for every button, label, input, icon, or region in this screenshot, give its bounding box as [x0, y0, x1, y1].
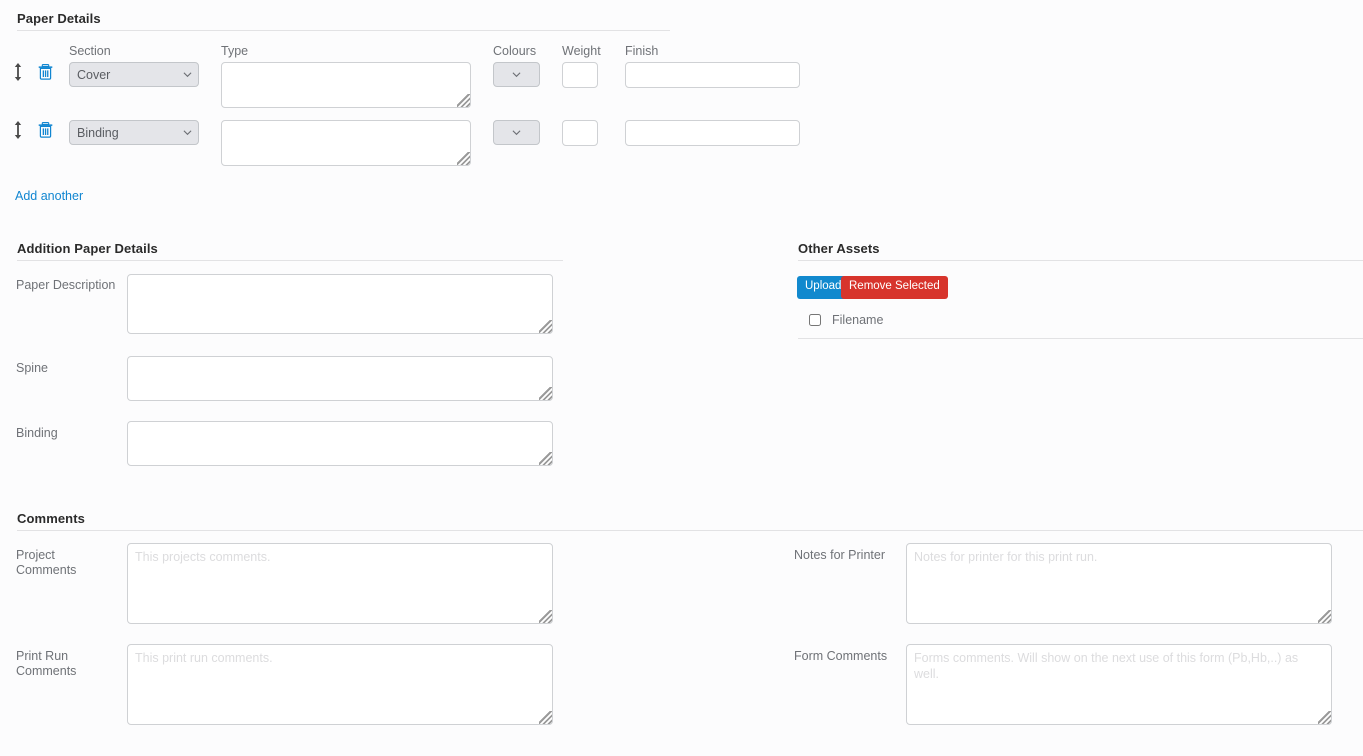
- paper-details-heading: Paper Details: [17, 11, 101, 26]
- colours-select-row-1[interactable]: 12344/44/0: [493, 62, 540, 87]
- colours-select-row-2[interactable]: 12344/44/0: [493, 120, 540, 145]
- section-select-row-1[interactable]: CoverBindingTextInsertEndpaper: [69, 62, 199, 87]
- paper-description-label: Paper Description: [16, 278, 116, 292]
- binding-label: Binding: [16, 426, 58, 440]
- trash-icon[interactable]: [38, 64, 53, 80]
- add-another-link[interactable]: Add another: [15, 189, 83, 203]
- column-header-finish: Finish: [625, 44, 659, 58]
- section-select-row-2[interactable]: CoverBindingTextInsertEndpaper: [69, 120, 199, 145]
- type-textarea-row-2[interactable]: [221, 120, 471, 166]
- form-comments-textarea[interactable]: [906, 644, 1332, 725]
- column-header-type: Type: [221, 44, 249, 58]
- binding-textarea[interactable]: [127, 421, 553, 466]
- comments-divider: [17, 530, 1363, 531]
- spine-textarea[interactable]: [127, 356, 553, 401]
- finish-input-row-1[interactable]: [625, 62, 800, 88]
- asset-table-header-divider: [798, 338, 1363, 339]
- paper-description-textarea[interactable]: [127, 274, 553, 334]
- paper-details-divider: [17, 30, 670, 31]
- notes-for-printer-textarea[interactable]: [906, 543, 1332, 624]
- print-run-comments-label: Print Run Comments: [16, 649, 77, 678]
- column-header-colours: Colours: [493, 44, 537, 58]
- drag-vertical-icon[interactable]: [13, 120, 23, 140]
- column-header-section: Section: [69, 44, 111, 58]
- column-header-weight: Weight: [562, 44, 601, 58]
- type-textarea-row-1[interactable]: [221, 62, 471, 108]
- addition-paper-details-heading: Addition Paper Details: [17, 241, 158, 256]
- other-assets-heading: Other Assets: [798, 241, 880, 256]
- other-assets-divider: [798, 260, 1363, 261]
- project-comments-textarea[interactable]: [127, 543, 553, 624]
- select-all-assets-checkbox[interactable]: [809, 314, 821, 326]
- trash-icon[interactable]: [38, 122, 53, 138]
- form-comments-label: Form Comments: [794, 649, 888, 663]
- paper-details-page: Paper Details Section Type Colours Weigh…: [0, 0, 1363, 756]
- remove-selected-button[interactable]: Remove Selected: [841, 276, 948, 299]
- project-comments-label: Project Comments: [16, 548, 77, 577]
- finish-input-row-2[interactable]: [625, 120, 800, 146]
- weight-input-row-1[interactable]: [562, 62, 598, 88]
- drag-vertical-icon[interactable]: [13, 62, 23, 82]
- print-run-comments-textarea[interactable]: [127, 644, 553, 725]
- comments-heading: Comments: [17, 511, 85, 526]
- notes-for-printer-label: Notes for Printer: [794, 548, 886, 562]
- addition-paper-details-divider: [17, 260, 563, 261]
- weight-input-row-2[interactable]: [562, 120, 598, 146]
- spine-label: Spine: [16, 361, 48, 375]
- asset-column-header-filename: Filename: [832, 313, 884, 327]
